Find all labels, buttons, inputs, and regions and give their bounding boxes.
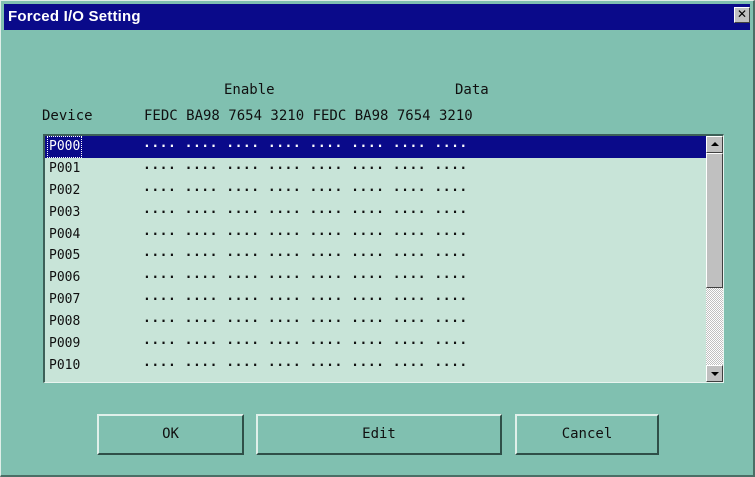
- scroll-down-button[interactable]: [706, 365, 723, 382]
- forced-io-setting-dialog: Forced I/O Setting ✕ Enable Data Device …: [0, 0, 755, 477]
- device-name: P003: [49, 204, 81, 220]
- scroll-up-button[interactable]: [706, 136, 723, 153]
- list-item[interactable]: P010 .... .... .... .... .... .... .... .…: [45, 355, 707, 377]
- force-values: .... .... .... .... .... .... .... ....: [143, 333, 468, 349]
- bit-groups-header: FEDC BA98 7654 3210 FEDC BA98 7654 3210: [144, 108, 473, 124]
- force-values: .... .... .... .... .... .... .... ....: [143, 136, 468, 151]
- vertical-scrollbar[interactable]: [706, 136, 723, 382]
- device-list[interactable]: P000 .... .... .... .... .... .... .... .…: [43, 134, 724, 383]
- device-name: P007: [49, 292, 81, 308]
- device-column-header: Device: [42, 108, 93, 124]
- device-name: P005: [49, 248, 81, 264]
- title-bar[interactable]: Forced I/O Setting ✕: [4, 4, 750, 30]
- enable-header: Enable: [224, 82, 275, 98]
- force-values: .... .... .... .... .... .... .... ....: [143, 267, 468, 283]
- force-values: .... .... .... .... .... .... .... ....: [143, 289, 468, 305]
- force-values: .... .... .... .... .... .... .... ....: [143, 354, 468, 370]
- device-name: P000: [47, 136, 83, 158]
- data-header: Data: [455, 82, 489, 98]
- force-values: .... .... .... .... .... .... .... ....: [143, 223, 468, 239]
- device-name: P002: [49, 182, 81, 198]
- force-values: .... .... .... .... .... .... .... ....: [143, 245, 468, 261]
- arrow-up-icon: [711, 142, 719, 146]
- device-name: P009: [49, 336, 81, 352]
- force-values: .... .... .... .... .... .... .... ....: [143, 157, 468, 173]
- force-values: .... .... .... .... .... .... .... ....: [143, 201, 468, 217]
- ok-button[interactable]: OK: [97, 414, 244, 455]
- device-name: P008: [49, 314, 81, 330]
- scrollbar-thumb[interactable]: [706, 153, 723, 288]
- device-name: P010: [49, 357, 81, 373]
- device-name: P001: [49, 160, 81, 176]
- window-title: Forced I/O Setting: [8, 8, 141, 25]
- arrow-down-icon: [711, 372, 719, 376]
- device-rows: P000 .... .... .... .... .... .... .... .…: [45, 136, 707, 377]
- close-icon: ✕: [736, 7, 748, 21]
- force-values: .... .... .... .... .... .... .... ....: [143, 179, 468, 195]
- cancel-button[interactable]: Cancel: [515, 414, 659, 455]
- device-name: P004: [49, 226, 81, 242]
- force-values: .... .... .... .... .... .... .... ....: [143, 311, 468, 327]
- close-button[interactable]: ✕: [734, 7, 750, 23]
- device-name: P006: [49, 270, 81, 286]
- edit-button[interactable]: Edit: [256, 414, 502, 455]
